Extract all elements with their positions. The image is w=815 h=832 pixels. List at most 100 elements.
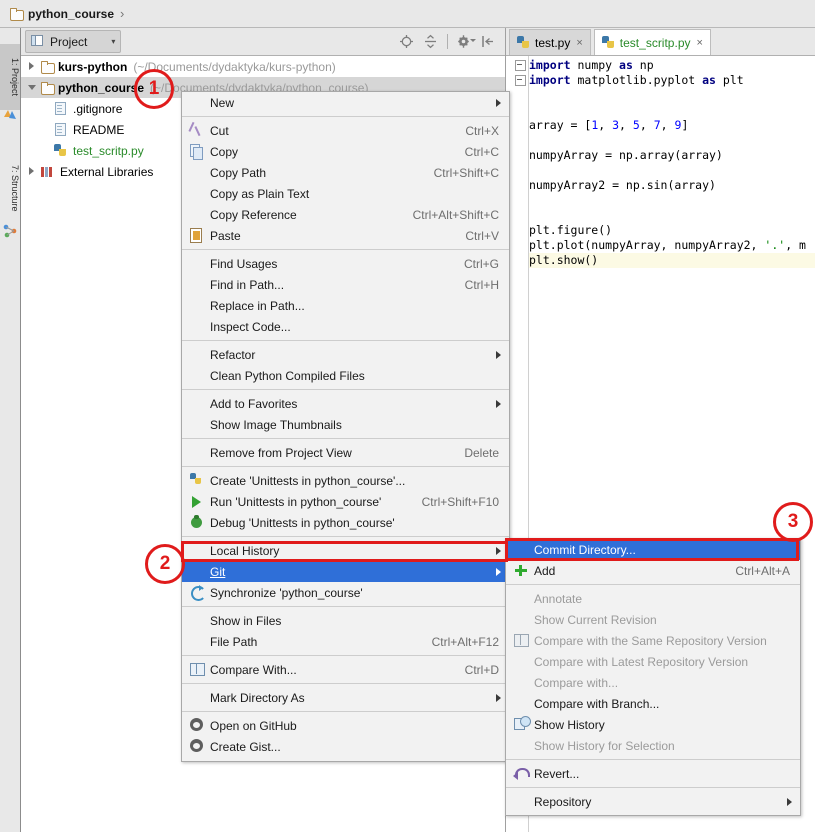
menu-item-run-unittests[interactable]: Run 'Unittests in python_course' Ctrl+Sh… [182,491,509,512]
menu-item-compare-with: Compare with... [506,672,800,693]
chevron-right-icon[interactable] [28,167,37,176]
menu-item-label: Compare with the Same Repository Version [534,633,767,648]
project-view-label: Project [50,34,88,49]
sidebar-tab-project[interactable]: 1: Project [0,44,20,110]
tree-item-label: External Libraries [60,164,154,179]
tree-item-label: python_course [58,80,145,95]
menu-item-label: Refactor [210,347,256,362]
menu-item-label: Copy [210,144,239,159]
project-view-selector[interactable]: Project ▾ [25,30,122,53]
menu-item-label: Create Gist... [210,739,281,754]
history-icon [511,714,531,735]
menu-item-add-to-favorites[interactable]: Add to Favorites [182,393,509,414]
chevron-right-icon[interactable] [28,62,37,71]
menu-item-label: Show in Files [210,613,282,628]
menu-item-clean-python-compiled-files[interactable]: Clean Python Compiled Files [182,365,509,386]
collapse-all-icon[interactable] [423,34,438,49]
menu-separator [182,711,509,712]
context-menu[interactable]: New Cut Ctrl+X Copy Ctrl+C Copy Path Ctr… [181,91,510,762]
no-icon [187,610,207,631]
annotation-number: 1 [148,78,160,99]
menu-item-label: Repository [534,794,592,809]
menu-item-revert[interactable]: Revert... [506,763,800,784]
menu-item-shortcut: Ctrl+G [463,256,499,271]
menu-item-shortcut: Ctrl+Alt+A [735,563,790,578]
menu-item-shortcut: Ctrl+H [464,277,499,292]
menu-item-remove-from-project-view[interactable]: Remove from Project View Delete [182,442,509,463]
menu-item-show-image-thumbnails[interactable]: Show Image Thumbnails [182,414,509,435]
breadcrumb[interactable]: python_course › [10,6,124,21]
menu-item-file-path[interactable]: File Path Ctrl+Alt+F12 [182,631,509,652]
menu-item-debug-unittests[interactable]: Debug 'Unittests in python_course' [182,512,509,533]
close-icon[interactable]: × [697,37,703,49]
menu-item-label: Compare With... [210,662,297,677]
no-icon [187,183,207,204]
menu-item-cut[interactable]: Cut Ctrl+X [182,120,509,141]
menu-item-label: Compare with... [534,675,619,690]
python-file-icon [54,144,67,157]
menu-item-mark-directory-as[interactable]: Mark Directory As [182,687,509,708]
submenu-arrow-icon [496,350,501,359]
menu-item-create-gist[interactable]: Create Gist... [182,736,509,757]
menu-item-label: New [210,95,235,110]
menu-item-copy[interactable]: Copy Ctrl+C [182,141,509,162]
sidebar-tab-structure-label: 7: Structure [10,164,20,212]
no-icon [187,442,207,463]
tree-row-kurs-python[interactable]: kurs-python (~/Documents/dydaktyka/kurs-… [21,56,505,77]
menu-item-label: Find in Path... [210,277,285,292]
close-icon[interactable]: × [576,37,582,49]
menu-item-synchronize[interactable]: Synchronize 'python_course' [182,582,509,603]
menu-item-git[interactable]: Git [182,561,509,582]
sidebar-tab-structure[interactable]: 7: Structure [0,150,20,226]
tree-item-label: test_scritp.py [73,143,144,158]
menu-item-refactor[interactable]: Refactor [182,344,509,365]
navigation-bar: python_course › [0,0,815,28]
gear-icon[interactable] [457,34,476,49]
tree-item-label: README [73,122,125,137]
run-icon [187,491,207,512]
menu-item-replace-in-path[interactable]: Replace in Path... [182,295,509,316]
no-icon [187,316,207,337]
menu-item-show-history[interactable]: Show History [506,714,800,735]
no-icon [187,687,207,708]
menu-item-find-usages[interactable]: Find Usages Ctrl+G [182,253,509,274]
menu-item-create-unittests[interactable]: Create 'Unittests in python_course'... [182,470,509,491]
locate-target-icon[interactable] [399,34,414,49]
chevron-down-icon[interactable]: ▾ [111,37,115,46]
git-submenu[interactable]: Commit Directory... Add Ctrl+Alt+A Annot… [505,538,801,816]
menu-item-repository[interactable]: Repository [506,791,800,812]
menu-separator [182,655,509,656]
no-icon [187,414,207,435]
menu-item-compare-with-branch[interactable]: Compare with Branch... [506,693,800,714]
menu-item-inspect-code[interactable]: Inspect Code... [182,316,509,337]
no-icon [187,365,207,386]
no-icon [511,651,531,672]
submenu-arrow-icon [496,98,501,107]
editor-tab-test-py[interactable]: test.py × [509,29,591,55]
menu-item-paste[interactable]: Paste Ctrl+V [182,225,509,246]
menu-item-label: Add [534,563,556,578]
menu-item-add[interactable]: Add Ctrl+Alt+A [506,560,800,581]
folder-icon [41,81,55,95]
menu-item-show-in-files[interactable]: Show in Files [182,610,509,631]
hide-panel-icon[interactable] [481,34,496,49]
sync-icon [187,582,207,603]
pycharm-window: python_course › 1: Project 7: Structure … [0,0,815,832]
sidebar-tab-project-label: 1: Project [10,57,20,97]
editor-tab-test-scritp-py[interactable]: test_scritp.py × [593,29,711,55]
menu-item-compare-with[interactable]: Compare With... Ctrl+D [182,659,509,680]
code-fold-icon[interactable] [515,60,526,71]
menu-item-new[interactable]: New [182,92,509,113]
code-fold-icon[interactable] [515,75,526,86]
menu-item-label: Create 'Unittests in python_course'... [210,473,406,488]
menu-separator [506,584,800,585]
menu-item-copy-as-plain-text[interactable]: Copy as Plain Text [182,183,509,204]
menu-item-show-history-for-selection: Show History for Selection [506,735,800,756]
menu-item-label: Inspect Code... [210,319,291,334]
chevron-down-icon[interactable] [28,83,37,92]
python-file-icon [601,36,615,49]
menu-item-find-in-path[interactable]: Find in Path... Ctrl+H [182,274,509,295]
menu-item-copy-reference[interactable]: Copy Reference Ctrl+Alt+Shift+C [182,204,509,225]
menu-item-open-on-github[interactable]: Open on GitHub [182,715,509,736]
menu-item-copy-path[interactable]: Copy Path Ctrl+Shift+C [182,162,509,183]
